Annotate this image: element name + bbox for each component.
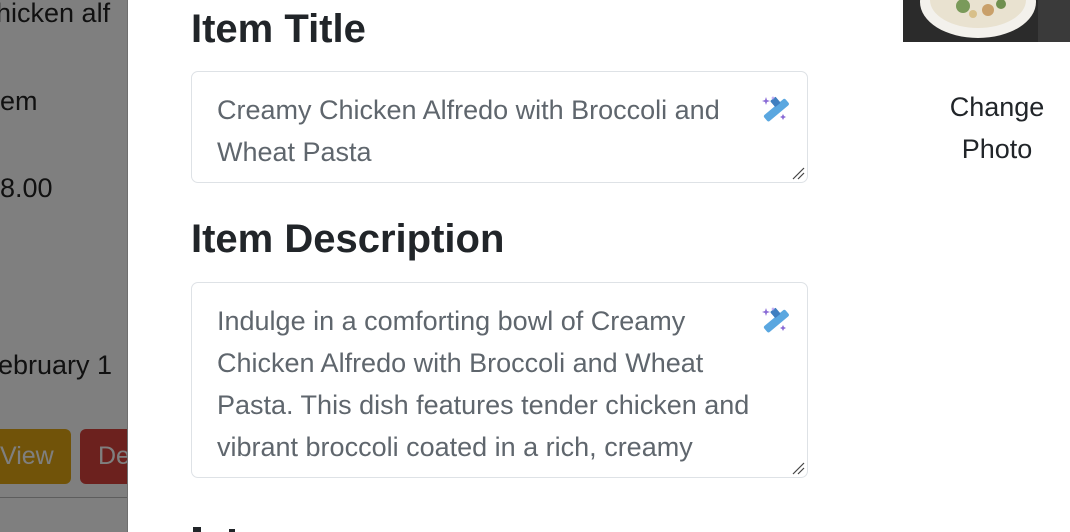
item-photo xyxy=(903,0,1070,42)
item-title-textarea[interactable]: Creamy Chicken Alfredo with Broccoli and… xyxy=(191,71,808,183)
item-description-value[interactable]: Indulge in a comforting bowl of Creamy C… xyxy=(217,300,757,477)
item-description-textarea[interactable]: Indulge in a comforting bowl of Creamy C… xyxy=(191,282,808,478)
magic-wand-icon[interactable] xyxy=(759,94,791,126)
item-description-label: Item Description xyxy=(191,217,505,261)
magic-wand-icon[interactable] xyxy=(759,305,791,337)
item-title-label: Item Title xyxy=(191,7,366,51)
item-title-value[interactable]: Creamy Chicken Alfredo with Broccoli and… xyxy=(217,89,757,173)
next-section-label xyxy=(191,520,271,532)
change-photo-link[interactable]: Change Photo xyxy=(930,86,1064,170)
resize-handle[interactable] xyxy=(791,461,805,475)
resize-handle[interactable] xyxy=(791,166,805,180)
modal-edge xyxy=(127,0,128,532)
